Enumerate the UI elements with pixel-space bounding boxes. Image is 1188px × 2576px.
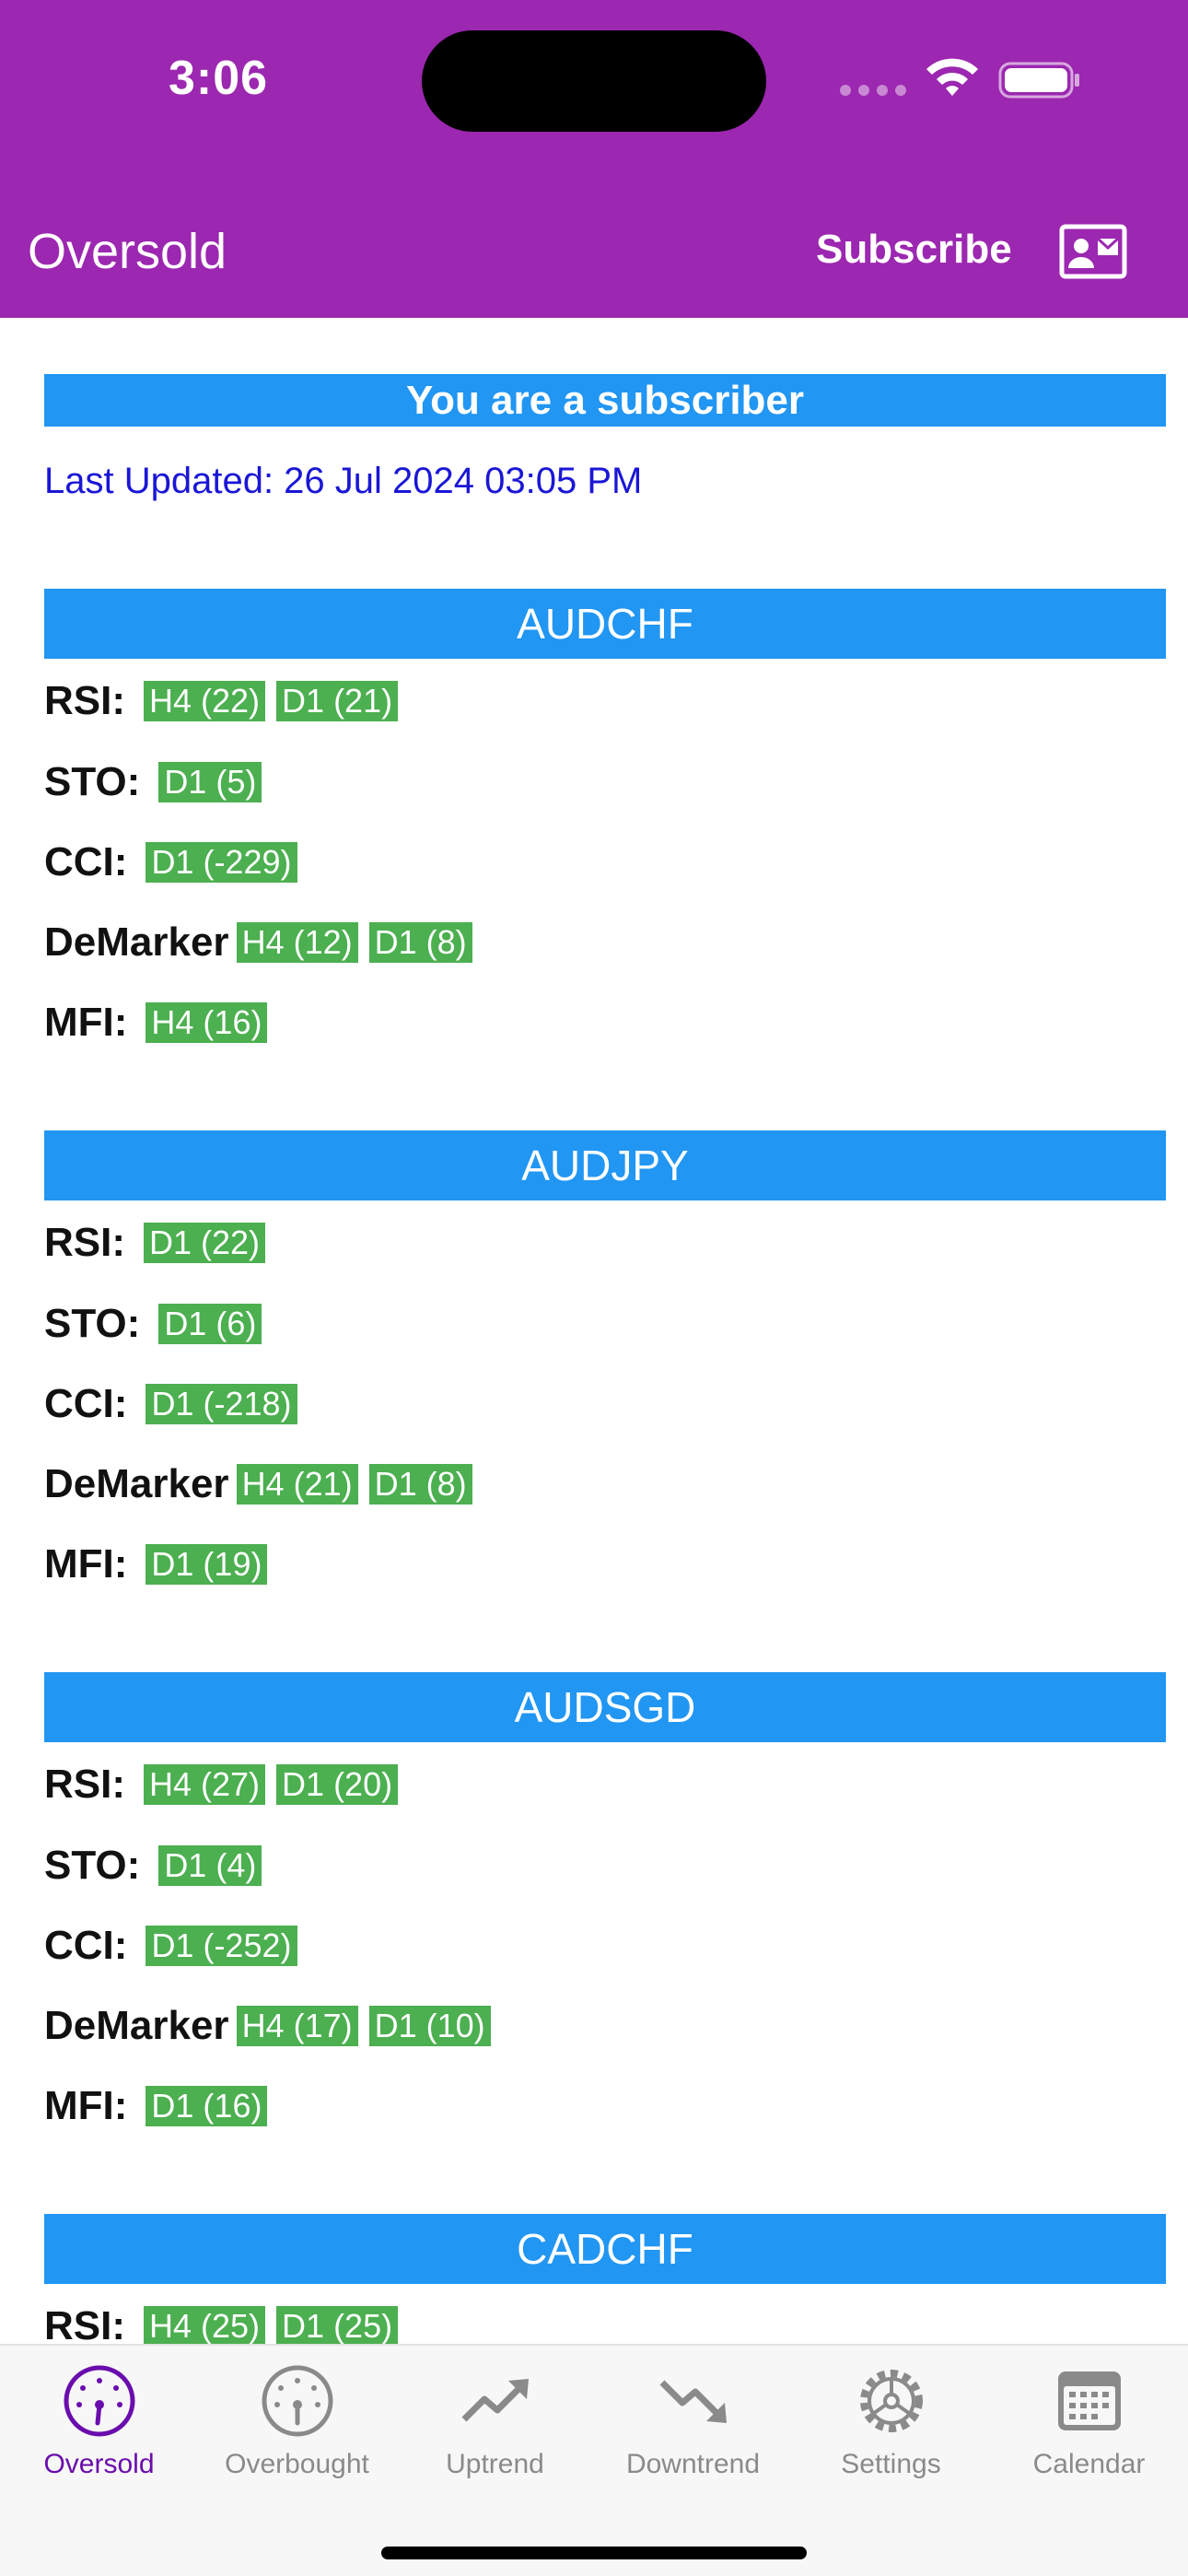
indicator-tag: D1 (4)	[158, 1845, 262, 1886]
indicator-label: DeMarker	[44, 919, 229, 965]
indicator-row-sto: STO: D1 (4)	[44, 1838, 273, 1893]
pair-header: AUDCHF	[44, 589, 1166, 659]
indicator-tag: H4 (17)	[236, 2006, 358, 2046]
indicator-label: RSI:	[44, 1220, 125, 1265]
subscribe-button[interactable]: Subscribe	[816, 227, 1012, 273]
indicator-row-demarker: DeMarker H4 (12) D1 (8)	[44, 915, 483, 970]
indicator-tag: D1 (25)	[276, 2306, 399, 2345]
tab-downtrend[interactable]: Downtrend	[594, 2362, 792, 2500]
home-indicator[interactable]	[381, 2547, 807, 2559]
indicator-label: RSI:	[44, 2303, 125, 2345]
indicator-tag: D1 (19)	[146, 1544, 268, 1585]
tab-settings[interactable]: Settings	[792, 2362, 990, 2500]
battery-icon	[998, 62, 1079, 99]
status-time: 3:06	[169, 52, 269, 105]
indicator-label: STO:	[44, 1843, 141, 1888]
indicator-label: STO:	[44, 1301, 141, 1346]
indicator-tag: D1 (8)	[368, 922, 472, 963]
gauge-icon	[262, 2365, 332, 2437]
contact-card-icon[interactable]	[1059, 224, 1127, 279]
app-header: 3:06 Oversold Subscribe	[0, 0, 1188, 318]
tab-label: Calendar	[1032, 2449, 1146, 2479]
tab-oversold[interactable]: Oversold	[0, 2362, 198, 2500]
indicator-tag: D1 (-252)	[146, 1926, 297, 1966]
indicator-tag: D1 (8)	[368, 1464, 472, 1505]
tab-label: Uptrend	[446, 2449, 544, 2479]
indicator-label: MFI:	[44, 1000, 128, 1045]
indicator-label: RSI:	[44, 1762, 125, 1807]
calendar-icon	[1057, 2371, 1121, 2430]
indicator-tag: D1 (22)	[144, 1223, 266, 1263]
screen: 3:06 Oversold Subscribe You are a subscr…	[0, 0, 1188, 2576]
cellular-signal-icon	[840, 85, 906, 96]
indicator-tag: D1 (6)	[158, 1304, 262, 1344]
indicator-row-cci: CCI: D1 (-229)	[44, 835, 309, 890]
pair-header: CADCHF	[44, 2214, 1166, 2284]
indicator-tag: D1 (-218)	[146, 1384, 297, 1424]
indicator-tag: D1 (-229)	[146, 842, 297, 883]
indicator-tag: D1 (5)	[158, 762, 262, 802]
indicator-row-rsi: RSI: H4 (27) D1 (20)	[44, 1757, 409, 1812]
pair-header: AUDSGD	[44, 1672, 1166, 1742]
tab-label: Downtrend	[625, 2449, 761, 2479]
trending-up-icon	[461, 2379, 529, 2422]
indicator-row-mfi: MFI: D1 (19)	[44, 1537, 278, 1592]
page-title: Oversold	[28, 224, 227, 279]
indicator-row-rsi: RSI: H4 (22) D1 (21)	[44, 673, 409, 729]
indicator-label: RSI:	[44, 678, 125, 723]
indicator-list[interactable]: You are a subscriber Last Updated: 26 Ju…	[0, 318, 1188, 2345]
indicator-row-sto: STO: D1 (6)	[44, 1296, 273, 1352]
indicator-tag: D1 (21)	[276, 681, 399, 721]
tab-overbought[interactable]: Overbought	[198, 2362, 396, 2500]
indicator-row-mfi: MFI: D1 (16)	[44, 2078, 278, 2134]
trending-down-icon	[659, 2380, 727, 2423]
indicator-row-sto: STO: D1 (5)	[44, 755, 273, 810]
indicator-row-cci: CCI: D1 (-252)	[44, 1918, 309, 1973]
gear-icon	[859, 2370, 923, 2432]
indicator-label: DeMarker	[44, 1461, 229, 1506]
pair-header: AUDJPY	[44, 1130, 1166, 1200]
indicator-row-cci: CCI: D1 (-218)	[44, 1376, 309, 1432]
indicator-label: STO:	[44, 759, 141, 804]
indicator-tag: H4 (16)	[146, 1002, 268, 1043]
last-updated-text: Last Updated: 26 Jul 2024 03:05 PM	[44, 461, 643, 501]
pair-block-audchf: AUDCHF RSI: H4 (22) D1 (21) STO: D1 (5) …	[44, 589, 1166, 1045]
indicator-tag: H4 (27)	[144, 1764, 266, 1805]
indicator-row-mfi: MFI: H4 (16)	[44, 995, 278, 1050]
indicator-row-demarker: DeMarker H4 (21) D1 (8)	[44, 1457, 483, 1512]
indicator-label: CCI:	[44, 839, 128, 884]
tab-calendar[interactable]: Calendar	[990, 2362, 1188, 2500]
indicator-label: MFI:	[44, 1541, 128, 1587]
indicator-tag: H4 (25)	[144, 2306, 266, 2345]
pair-block-cadchf: CADCHF RSI: H4 (25) D1 (25)	[44, 2214, 1166, 2345]
tab-uptrend[interactable]: Uptrend	[396, 2362, 594, 2500]
tab-label: Oversold	[43, 2449, 155, 2479]
indicator-row-demarker: DeMarker H4 (17) D1 (10)	[44, 1998, 502, 2054]
pair-block-audsgd: AUDSGD RSI: H4 (27) D1 (20) STO: D1 (4) …	[44, 1672, 1166, 2128]
indicator-tag: D1 (16)	[146, 2086, 268, 2126]
indicator-label: DeMarker	[44, 2003, 229, 2048]
indicator-tag: H4 (21)	[236, 1464, 358, 1505]
tab-bar: Oversold Overbought Uptrend Downtrend Se…	[0, 2344, 1188, 2576]
indicator-row-rsi: RSI: D1 (22)	[44, 1215, 276, 1270]
subscriber-banner: You are a subscriber	[44, 374, 1166, 427]
indicator-tag: H4 (22)	[144, 681, 266, 721]
dynamic-island	[422, 30, 766, 132]
tab-label: Settings	[841, 2449, 941, 2479]
indicator-label: CCI:	[44, 1923, 128, 1968]
wifi-icon	[926, 58, 978, 96]
indicator-row-rsi: RSI: H4 (25) D1 (25)	[44, 2299, 409, 2345]
indicator-tag: H4 (12)	[236, 922, 358, 963]
gauge-low-icon	[64, 2365, 134, 2437]
tab-label: Overbought	[225, 2449, 369, 2479]
pair-block-audjpy: AUDJPY RSI: D1 (22) STO: D1 (6) CCI: D1 …	[44, 1130, 1166, 1587]
indicator-label: CCI:	[44, 1381, 128, 1426]
indicator-label: MFI:	[44, 2083, 128, 2128]
indicator-tag: D1 (10)	[368, 2006, 491, 2046]
indicator-tag: D1 (20)	[276, 1764, 399, 1805]
